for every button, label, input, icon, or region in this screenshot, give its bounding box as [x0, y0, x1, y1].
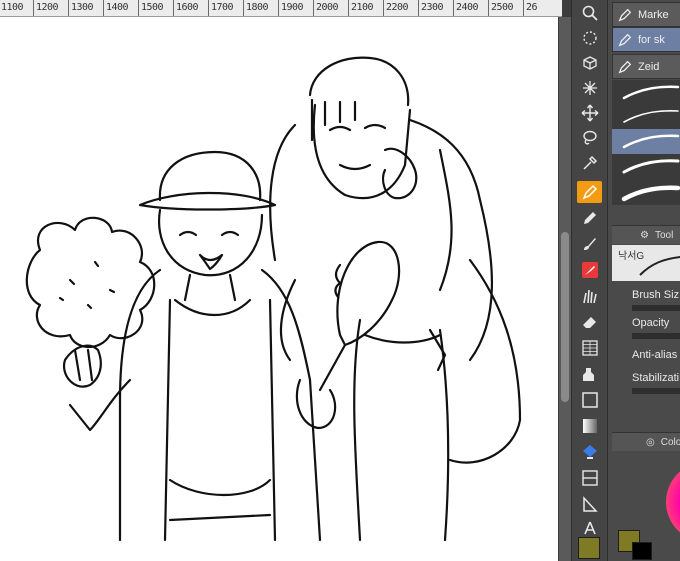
- stabilization-slider[interactable]: [632, 388, 680, 394]
- ruler-tick: 1900: [278, 0, 304, 16]
- horizontal-ruler: 1100 1200 1300 1400 1500 1600 1700 1800 1900 2000…: [0, 0, 562, 17]
- brush-stroke-preset[interactable]: [612, 179, 680, 205]
- eyedropper-icon[interactable]: [577, 152, 602, 174]
- ruler-tick: 1200: [33, 0, 59, 16]
- brush-stroke-preset[interactable]: [612, 129, 680, 155]
- sub-tool-label: Zeid: [638, 60, 660, 73]
- color-wheel[interactable]: [666, 462, 680, 542]
- pen-icon: [618, 8, 632, 21]
- brush-stroke-preset[interactable]: [612, 154, 680, 180]
- brush-stroke-preset[interactable]: [612, 80, 680, 106]
- pen-icon: [618, 33, 632, 46]
- brush-size-label: Brush Siz: [632, 289, 680, 301]
- auto-select-icon[interactable]: [577, 77, 602, 99]
- text-icon[interactable]: [577, 493, 602, 515]
- gradient-icon[interactable]: [577, 389, 602, 411]
- sub-tool-label: for sk: [638, 33, 665, 46]
- move-icon[interactable]: [577, 102, 602, 124]
- sub-tool-for-sketch[interactable]: for sk: [612, 27, 680, 52]
- sub-tool-marker[interactable]: Marke: [612, 2, 680, 27]
- stabilization-label: Stabilizati: [632, 372, 680, 384]
- ruler-tick: 26: [523, 0, 538, 16]
- brush-size-slider[interactable]: [632, 305, 680, 311]
- ruler-tick: 2500: [488, 0, 514, 16]
- pencil-icon[interactable]: [577, 207, 602, 229]
- fill-icon[interactable]: [577, 363, 602, 385]
- figure-icon[interactable]: [577, 415, 602, 437]
- ruler-tick: 2200: [383, 0, 409, 16]
- main-color-swatch[interactable]: [578, 537, 600, 559]
- ruler-tick: 2300: [418, 0, 444, 16]
- airbrush-icon[interactable]: [577, 259, 602, 281]
- color-wheel-icon: ◎: [646, 436, 655, 448]
- ruler-tick: 2100: [348, 0, 374, 16]
- anti-alias-label: Anti-alias: [632, 349, 678, 361]
- rotate-icon[interactable]: [577, 27, 602, 49]
- sub-tool-label: Marke: [638, 8, 669, 21]
- ruler-tick: 2000: [313, 0, 339, 16]
- opacity-label: Opacity: [632, 317, 670, 329]
- ruler-tick: 1800: [243, 0, 269, 16]
- scrollbar-thumb[interactable]: [561, 232, 569, 402]
- ruler-tick: 1500: [138, 0, 164, 16]
- object-icon[interactable]: [577, 52, 602, 74]
- tool-property-tab[interactable]: ⚙ Tool: [612, 225, 680, 244]
- decoration-icon[interactable]: [577, 285, 602, 307]
- sub-color-swatch[interactable]: [632, 542, 652, 560]
- opacity-slider[interactable]: [632, 333, 680, 339]
- brush-stroke-preset[interactable]: [612, 104, 680, 130]
- color-wheel-tab[interactable]: ◎ Colo: [612, 432, 680, 451]
- brush-preview: 낙서G: [612, 245, 680, 281]
- ruler-tick: 2400: [453, 0, 479, 16]
- ruler-tick: 1600: [173, 0, 199, 16]
- balloon-icon[interactable]: [577, 517, 602, 539]
- canvas-scrollbar[interactable]: [559, 17, 571, 561]
- pen-icon: [618, 60, 632, 73]
- drawing-canvas[interactable]: [0, 17, 558, 561]
- eraser-icon[interactable]: [577, 311, 602, 333]
- blend-icon[interactable]: [577, 337, 602, 359]
- ruler-icon[interactable]: [577, 467, 602, 489]
- ruler-tick: 1700: [208, 0, 234, 16]
- wrench-icon: ⚙: [640, 229, 649, 241]
- sub-tool-zeid[interactable]: Zeid: [612, 54, 680, 79]
- ruler-tick: 1100: [0, 0, 24, 16]
- lasso-icon[interactable]: [577, 127, 602, 149]
- ruler-tick: 1300: [68, 0, 94, 16]
- ruler-tick: 1400: [103, 0, 129, 16]
- frame-icon[interactable]: [577, 441, 602, 463]
- pen-icon[interactable]: [577, 181, 602, 203]
- sketch-artwork: [25, 56, 522, 542]
- tool-palette: [571, 0, 607, 561]
- zoom-icon[interactable]: [577, 2, 602, 24]
- brush-icon[interactable]: [577, 233, 602, 255]
- sub-tool-panel: Marke for sk Zeid ⚙ Tool 낙서G Brush Siz O…: [607, 0, 680, 561]
